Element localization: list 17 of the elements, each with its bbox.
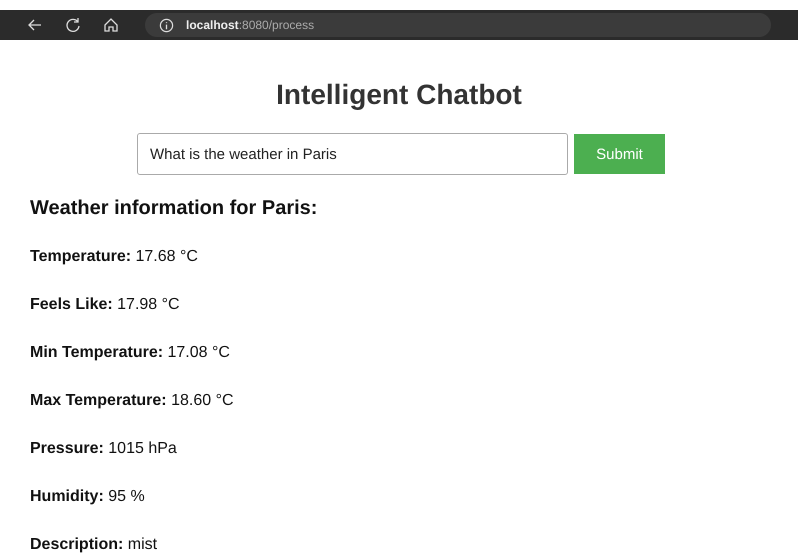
address-bar[interactable]: localhost:8080/process: [145, 13, 771, 37]
page-title: Intelligent Chatbot: [275, 78, 523, 112]
weather-field: Temperature: 17.68 °C: [30, 244, 798, 269]
home-icon[interactable]: [103, 17, 119, 33]
info-icon: [159, 18, 174, 32]
weather-field: Min Temperature: 17.08 °C: [30, 340, 798, 365]
weather-field: Description: mist: [30, 532, 798, 553]
question-field[interactable]: What is the weather in Paris: [137, 133, 568, 175]
weather-field: Feels Like: 17.98 °C: [30, 292, 798, 317]
url-host: localhost: [186, 18, 239, 32]
weather-field: Humidity: 95 %: [30, 484, 798, 509]
result-heading: Weather information for Paris:: [30, 196, 318, 221]
url-path: :8080/process: [238, 18, 314, 32]
weather-field: Pressure: 1015 hPa: [30, 436, 798, 461]
back-icon[interactable]: [27, 17, 43, 33]
reload-icon[interactable]: [65, 17, 81, 33]
weather-field: Max Temperature: 18.60 °C: [30, 388, 798, 413]
